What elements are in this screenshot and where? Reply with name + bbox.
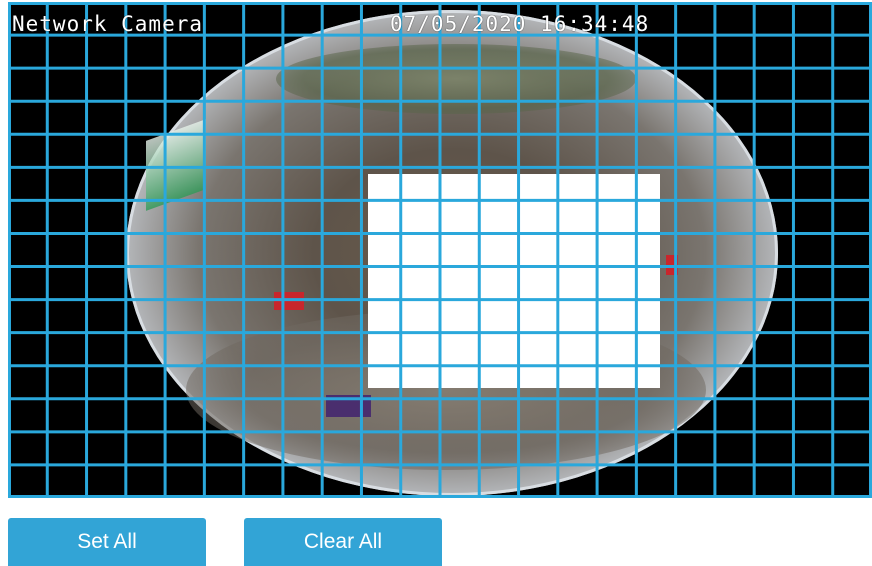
camera-video-view: Network Camera 07/05/2020 16:34:48 [8,2,872,498]
motion-detection-grid[interactable] [8,2,872,498]
clear-all-button[interactable]: Clear All [244,518,442,566]
osd-timestamp: 07/05/2020 16:34:48 [390,12,650,36]
set-all-button[interactable]: Set All [8,518,206,566]
osd-camera-name: Network Camera [12,12,204,36]
